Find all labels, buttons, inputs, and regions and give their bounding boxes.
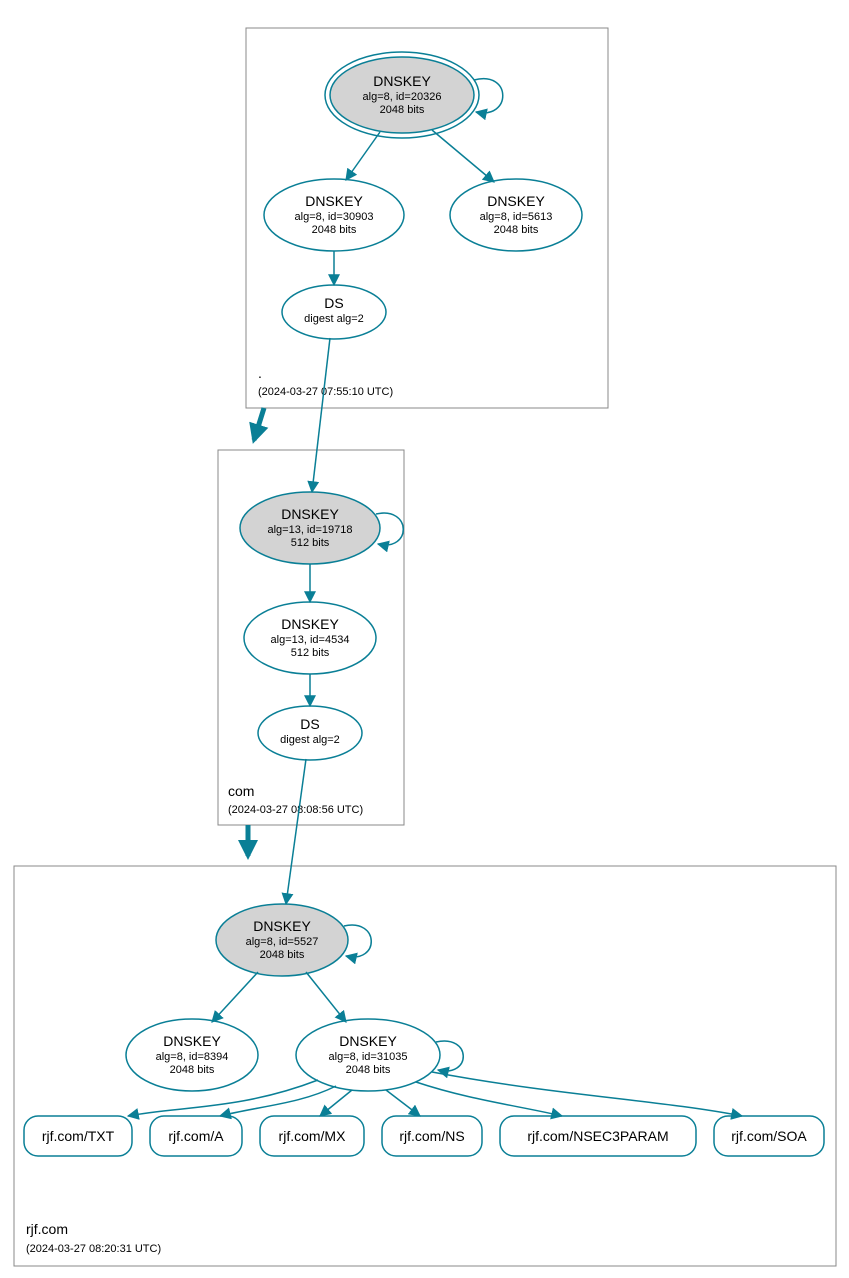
- edge-zsk2-a: [220, 1086, 336, 1116]
- svg-text:2048 bits: 2048 bits: [346, 1064, 391, 1076]
- svg-text:alg=8, id=30903: alg=8, id=30903: [295, 211, 374, 223]
- zone-root-label: .: [258, 365, 262, 381]
- rr-nsec3: rjf.com/NSEC3PARAM: [500, 1116, 696, 1156]
- svg-text:DNSKEY: DNSKEY: [253, 918, 311, 934]
- svg-text:digest alg=2: digest alg=2: [304, 313, 364, 325]
- edge-root-ksk-zsk1: [346, 132, 380, 180]
- svg-text:alg=13, id=19718: alg=13, id=19718: [267, 524, 352, 536]
- rr-soa: rjf.com/SOA: [714, 1116, 824, 1156]
- edge-zsk2-nsec3: [416, 1082, 562, 1116]
- node-rjf-ksk: DNSKEY alg=8, id=5527 2048 bits: [216, 904, 348, 976]
- svg-text:alg=13, id=4534: alg=13, id=4534: [271, 634, 350, 646]
- edge-rjf-ksk-zsk1: [212, 972, 258, 1022]
- dnssec-diagram: . (2024-03-27 07:55:10 UTC) DNSKEY alg=8…: [0, 0, 849, 1278]
- svg-text:alg=8, id=8394: alg=8, id=8394: [156, 1051, 229, 1063]
- rr-mx: rjf.com/MX: [260, 1116, 364, 1156]
- edge-zsk2-mx: [320, 1090, 352, 1116]
- svg-text:DNSKEY: DNSKEY: [487, 193, 545, 209]
- svg-text:2048 bits: 2048 bits: [312, 224, 357, 236]
- svg-text:DNSKEY: DNSKEY: [373, 73, 431, 89]
- svg-text:DNSKEY: DNSKEY: [305, 193, 363, 209]
- svg-text:alg=8, id=31035: alg=8, id=31035: [329, 1051, 408, 1063]
- node-com-zsk: DNSKEY alg=13, id=4534 512 bits: [244, 602, 376, 674]
- node-root-ds: DS digest alg=2: [282, 285, 386, 339]
- svg-text:2048 bits: 2048 bits: [260, 949, 305, 961]
- edge-root-to-com-box: [254, 408, 264, 440]
- svg-text:DS: DS: [324, 295, 343, 311]
- svg-text:rjf.com/SOA: rjf.com/SOA: [731, 1128, 807, 1144]
- svg-text:alg=8, id=5527: alg=8, id=5527: [246, 936, 319, 948]
- edge-root-ds-com-ksk: [312, 338, 330, 492]
- edge-com-ds-rjf-ksk: [286, 759, 306, 904]
- edge-rjf-ksk-zsk2: [306, 972, 346, 1022]
- edge-zsk2-ns: [386, 1090, 420, 1116]
- zone-rjf-label: rjf.com: [26, 1221, 68, 1237]
- edge-root-ksk-zsk2: [432, 130, 494, 182]
- svg-text:alg=8, id=5613: alg=8, id=5613: [480, 211, 553, 223]
- rr-a: rjf.com/A: [150, 1116, 242, 1156]
- zone-rjf-time: (2024-03-27 08:20:31 UTC): [26, 1243, 161, 1255]
- zone-com-label: com: [228, 783, 254, 799]
- svg-text:DNSKEY: DNSKEY: [281, 616, 339, 632]
- node-root-ksk: DNSKEY alg=8, id=20326 2048 bits: [325, 52, 479, 138]
- svg-text:digest alg=2: digest alg=2: [280, 734, 340, 746]
- svg-text:2048 bits: 2048 bits: [494, 224, 539, 236]
- svg-text:rjf.com/NSEC3PARAM: rjf.com/NSEC3PARAM: [527, 1128, 668, 1144]
- edge-zsk2-soa: [432, 1072, 742, 1116]
- svg-text:rjf.com/NS: rjf.com/NS: [399, 1128, 464, 1144]
- rr-ns: rjf.com/NS: [382, 1116, 482, 1156]
- svg-text:512 bits: 512 bits: [291, 537, 330, 549]
- zone-com-time: (2024-03-27 08:08:56 UTC): [228, 804, 363, 816]
- svg-text:DNSKEY: DNSKEY: [339, 1033, 397, 1049]
- svg-text:512 bits: 512 bits: [291, 647, 330, 659]
- svg-text:rjf.com/A: rjf.com/A: [168, 1128, 224, 1144]
- zone-root-time: (2024-03-27 07:55:10 UTC): [258, 386, 393, 398]
- svg-text:DNSKEY: DNSKEY: [163, 1033, 221, 1049]
- node-rjf-zsk1: DNSKEY alg=8, id=8394 2048 bits: [126, 1019, 258, 1091]
- node-root-zsk1: DNSKEY alg=8, id=30903 2048 bits: [264, 179, 404, 251]
- svg-text:DS: DS: [300, 716, 319, 732]
- svg-text:rjf.com/MX: rjf.com/MX: [279, 1128, 347, 1144]
- svg-text:2048 bits: 2048 bits: [380, 104, 425, 116]
- svg-text:alg=8, id=20326: alg=8, id=20326: [363, 91, 442, 103]
- node-com-ds: DS digest alg=2: [258, 706, 362, 760]
- node-root-zsk2: DNSKEY alg=8, id=5613 2048 bits: [450, 179, 582, 251]
- svg-text:2048 bits: 2048 bits: [170, 1064, 215, 1076]
- node-com-ksk: DNSKEY alg=13, id=19718 512 bits: [240, 492, 380, 564]
- svg-text:DNSKEY: DNSKEY: [281, 506, 339, 522]
- rr-txt: rjf.com/TXT: [24, 1116, 132, 1156]
- svg-text:rjf.com/TXT: rjf.com/TXT: [42, 1128, 115, 1144]
